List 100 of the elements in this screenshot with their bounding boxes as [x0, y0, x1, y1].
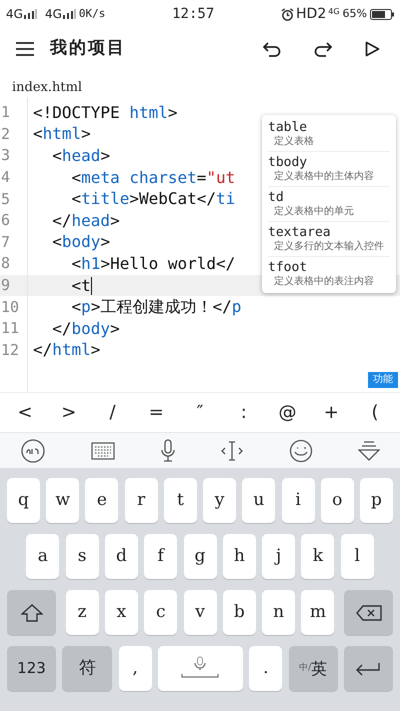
period-key[interactable]: .: [249, 646, 282, 691]
code-line: <h1>Hello world</: [70, 256, 236, 272]
symbol-key[interactable]: 符: [62, 646, 112, 691]
letter-key[interactable]: x: [104, 590, 138, 635]
suggestion-description: 定义表格中的表注内容: [273, 276, 375, 288]
run-icon[interactable]: [365, 41, 380, 57]
symbol-key[interactable]: >: [58, 399, 79, 426]
code-line: <!DOCTYPE html>: [33, 104, 178, 121]
suggestion-item[interactable]: td 定义表格中的单元: [268, 186, 390, 221]
line-number: 6: [1, 213, 10, 228]
text-cursor: [90, 276, 92, 295]
suggestion-item[interactable]: textarea 定义多行的文本输入控件: [268, 221, 390, 256]
signal-icon: [62, 9, 76, 19]
letter-key[interactable]: g: [184, 534, 216, 579]
line-number: 7: [1, 234, 10, 250]
symbol-key[interactable]: /: [102, 399, 122, 426]
code-line: </head>: [51, 212, 120, 229]
line-number: 9: [1, 278, 10, 294]
letter-key[interactable]: e: [85, 478, 118, 523]
cursor-move-icon[interactable]: [220, 440, 244, 462]
line-number: 3: [1, 148, 10, 164]
hd-label: HD2: [296, 4, 326, 24]
number-key[interactable]: 123: [7, 646, 56, 691]
letter-key[interactable]: c: [144, 590, 178, 635]
speed-label: 0K/s: [78, 6, 106, 22]
suggestion-item[interactable]: tbody 定义表格中的主体内容: [268, 151, 390, 186]
letter-key[interactable]: h: [222, 534, 256, 579]
letter-key[interactable]: j: [262, 534, 296, 579]
letter-key[interactable]: w: [46, 478, 80, 523]
suggestion-item[interactable]: table 定义表格: [268, 117, 390, 151]
letter-key[interactable]: m: [301, 590, 334, 635]
letter-key[interactable]: s: [66, 534, 99, 579]
letter-key[interactable]: z: [66, 590, 99, 635]
suggestion-description: 定义表格: [273, 136, 315, 148]
chinese-mode-label: 中/: [299, 662, 312, 673]
suggestion-label: textarea: [268, 225, 332, 240]
code-line: </html>: [33, 342, 100, 358]
delete-key[interactable]: [344, 590, 393, 635]
line-number: 12: [1, 342, 20, 358]
line-number: 1: [1, 105, 10, 120]
suggestion-description: 定义多行的文本输入控件: [273, 241, 385, 253]
suggestion-item[interactable]: tfoot 定义表格中的表注内容: [268, 256, 390, 291]
letter-key[interactable]: u: [242, 478, 276, 523]
line-number: 10: [1, 300, 20, 315]
symbol-key[interactable]: ″: [190, 399, 210, 426]
suggestion-description: 定义表格中的单元: [273, 206, 355, 218]
code-line: <body>: [51, 234, 110, 250]
alarm-icon: [281, 8, 294, 20]
suggestion-label: td: [268, 190, 285, 206]
battery-label: 65%: [342, 6, 367, 22]
letter-key[interactable]: l: [340, 534, 374, 579]
line-number: 11: [1, 321, 20, 336]
clock: 12:57: [172, 4, 214, 24]
file-tab[interactable]: index.html: [12, 78, 82, 97]
symbol-key[interactable]: +: [321, 399, 342, 426]
input-method-icon[interactable]: [20, 438, 46, 464]
letter-key[interactable]: k: [301, 534, 334, 579]
emoji-icon[interactable]: [289, 438, 314, 462]
line-number: 4: [1, 170, 10, 186]
code-line: <title>WebCat</ti: [70, 191, 236, 208]
function-button[interactable]: 功能: [368, 372, 398, 388]
shift-arrow-icon: [20, 604, 42, 622]
comma-key[interactable]: ,: [118, 646, 152, 691]
letter-key[interactable]: p: [360, 478, 393, 523]
letter-key[interactable]: a: [26, 534, 60, 579]
hide-keyboard-icon[interactable]: [358, 440, 380, 462]
code-line: <html>: [33, 126, 91, 142]
symbol-key[interactable]: =: [146, 399, 166, 426]
code-line: </body>: [51, 320, 120, 337]
project-title: 我的项目: [50, 37, 126, 60]
symbol-key[interactable]: (: [365, 399, 385, 426]
symbol-key[interactable]: :: [234, 399, 254, 426]
signal-icon: [22, 9, 37, 19]
redo-icon[interactable]: [314, 41, 332, 57]
microphone-icon[interactable]: [160, 438, 176, 462]
keyboard-icon[interactable]: [90, 442, 115, 460]
suggestion-label: table: [268, 120, 308, 136]
letter-key[interactable]: q: [7, 478, 40, 523]
code-line: <meta charset="ut: [70, 170, 236, 186]
letter-key[interactable]: t: [164, 478, 197, 523]
menu-icon[interactable]: [16, 42, 34, 56]
letter-key[interactable]: o: [320, 478, 354, 523]
network-label: 4G: [328, 6, 340, 18]
undo-icon[interactable]: [263, 41, 281, 57]
symbol-key[interactable]: @: [278, 399, 298, 426]
letter-key[interactable]: i: [282, 478, 315, 523]
symbol-key[interactable]: <: [15, 399, 35, 426]
line-number: 2: [1, 126, 10, 142]
line-number: 5: [1, 192, 10, 207]
letter-key[interactable]: d: [104, 534, 138, 579]
letter-key[interactable]: v: [184, 590, 216, 635]
network-label: 4G: [6, 6, 23, 23]
letter-key[interactable]: f: [144, 534, 178, 579]
shift-key[interactable]: [7, 590, 56, 635]
letter-key[interactable]: r: [124, 478, 158, 523]
letter-key[interactable]: n: [262, 590, 296, 635]
letter-key[interactable]: b: [222, 590, 256, 635]
code-line: <head>: [51, 148, 110, 164]
enter-arrow-icon: [355, 662, 382, 676]
letter-key[interactable]: y: [203, 478, 236, 523]
